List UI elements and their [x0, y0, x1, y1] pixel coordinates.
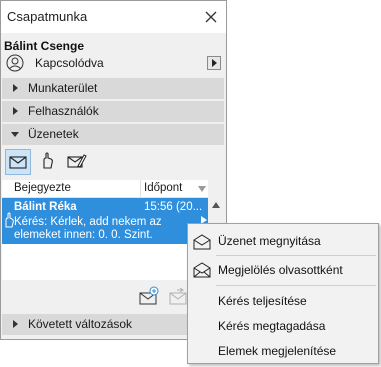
envelope-edit-icon: [67, 154, 87, 168]
requests-filter-button[interactable]: [35, 149, 61, 175]
messages-filter-button[interactable]: [5, 149, 31, 175]
column-header-posted-by[interactable]: Bejegyezte: [14, 182, 71, 194]
section-label: Követett változások: [28, 317, 133, 331]
message-time: 15:56 (20...: [144, 201, 203, 213]
title-bar: Csapatmunka: [1, 1, 226, 33]
current-user-name: Bálint Csenge: [4, 39, 85, 53]
column-header-time[interactable]: Időpont: [144, 182, 182, 194]
close-icon[interactable]: [201, 7, 221, 27]
menu-item-label: Kérés teljesítése: [218, 294, 307, 308]
sort-descending-icon[interactable]: [198, 186, 206, 192]
message-body: Kérés: Kérlek, add nekem az elemeket inn…: [14, 216, 162, 241]
menu-item-label: Kérés megtagadása: [218, 319, 326, 333]
section-label: Üzenetek: [28, 127, 79, 141]
menu-item-label: Üzenet megnyitása: [218, 234, 321, 248]
section-label: Munkaterület: [28, 81, 98, 95]
menu-item-deny-request[interactable]: Kérés megtagadása: [188, 314, 378, 338]
window-title: Csapatmunka: [7, 9, 88, 24]
menu-item-mark-read[interactable]: Megjelölés olvasottként: [188, 258, 378, 282]
scroll-up-arrow-icon[interactable]: [212, 202, 220, 208]
chevron-down-icon: [11, 132, 19, 137]
chevron-right-icon: [13, 107, 18, 115]
message-list: Bálint Réka 15:56 (20... Kérés: Kérlek, …: [2, 198, 208, 280]
read-envelope-icon: [193, 262, 211, 278]
new-message-icon[interactable]: [138, 286, 160, 306]
menu-item-label: Elemek megjelenítése: [218, 344, 337, 358]
user-icon: [6, 54, 24, 72]
section-workspace[interactable]: Munkaterület: [2, 78, 224, 99]
menu-item-label: Megjelölés olvasottként: [218, 263, 343, 277]
section-label: Felhasználók: [28, 104, 99, 118]
connection-status-row: Kapcsolódva: [1, 53, 226, 73]
envelope-icon: [9, 156, 27, 169]
menu-item-open-message[interactable]: Üzenet megnyitása: [188, 229, 378, 253]
menu-separator: [216, 255, 376, 256]
message-context-menu: Üzenet megnyitása Megjelölés olvasottkén…: [187, 223, 379, 364]
list-item[interactable]: Bálint Réka 15:56 (20... Kérés: Kérlek, …: [2, 198, 208, 244]
reply-message-icon[interactable]: [167, 286, 189, 306]
connection-status: Kapcsolódva: [35, 56, 104, 70]
status-menu-button[interactable]: [207, 56, 221, 70]
menu-item-show-elements[interactable]: Elemek megjelenítése: [188, 339, 378, 363]
open-envelope-icon: [193, 234, 211, 250]
section-users[interactable]: Felhasználók: [2, 101, 224, 122]
chevron-right-icon: [13, 84, 18, 92]
chevron-right-icon: [212, 59, 217, 67]
section-messages[interactable]: Üzenetek: [2, 124, 224, 145]
changes-filter-button[interactable]: [64, 149, 90, 175]
message-list-header: Bejegyezte Időpont: [2, 180, 208, 198]
menu-separator: [216, 285, 376, 286]
message-sender: Bálint Réka: [14, 201, 77, 213]
menu-item-fulfill-request[interactable]: Kérés teljesítése: [188, 289, 378, 313]
hand-icon: [43, 152, 53, 169]
column-separator: [140, 180, 141, 197]
chevron-right-icon: [13, 320, 18, 328]
messages-toolbar: [2, 146, 224, 178]
